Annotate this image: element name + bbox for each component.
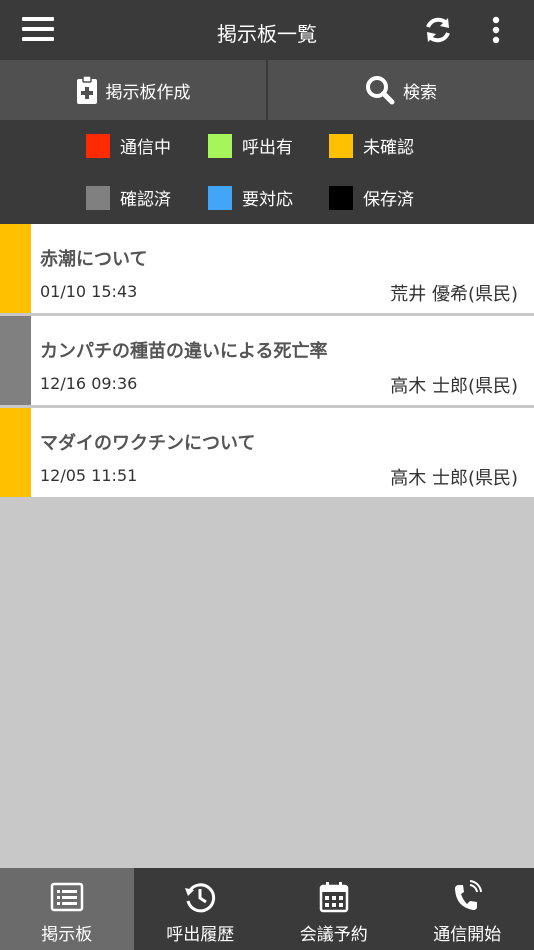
legend-label: 確認済 [120,190,171,210]
nav-label: 会議予約 [299,925,368,945]
clipboard-add-icon [76,75,97,104]
nav-call-history[interactable]: 呼出履歴 [134,868,268,950]
bottom-navigation: 掲示板 呼出履歴 会議予約 通信開始 [0,868,534,950]
post-title: カンパチの種苗の違いによる死亡率 [40,341,328,362]
board-list: 赤潮について 01/10 15:43 荒井 優希(県民) カンパチの種苗の違いに… [0,224,534,500]
legend-label: 通信中 [120,138,171,158]
post-title: マダイのワクチンについて [40,433,256,454]
post-author: 高木 士郎(県民) [390,376,518,397]
legend-label: 要対応 [242,190,293,210]
refresh-button[interactable] [422,14,454,46]
post-date: 12/16 09:36 [40,374,138,393]
legend-swatch [329,185,353,210]
more-vert-icon [492,16,500,44]
legend-label: 呼出有 [242,138,293,158]
legend-item: 確認済 [86,185,171,210]
post-date: 01/10 15:43 [40,282,138,301]
status-legend: 通信中 呼出有 未確認 確認済 要対応 保存済 [0,120,534,224]
nav-label: 通信開始 [433,925,502,945]
list-icon [50,882,83,912]
legend-swatch [86,185,110,210]
search-icon [366,76,395,105]
nav-label: 掲示板 [41,925,93,945]
nav-start-communication[interactable]: 通信開始 [401,868,534,950]
legend-swatch [329,133,353,158]
refresh-icon [426,17,450,43]
legend-label: 未確認 [363,138,414,158]
legend-swatch [86,133,110,158]
board-post-item[interactable]: マダイのワクチンについて 12/05 11:51 高木 士郎(県民) [0,408,534,497]
more-options-button[interactable] [488,14,504,46]
history-icon [185,883,216,913]
status-indicator [0,316,31,405]
post-title: 赤潮について [40,249,148,270]
top-app-bar: 掲示板一覧 [0,0,534,60]
nav-board[interactable]: 掲示板 [0,868,134,950]
post-author: 高木 士郎(県民) [390,468,518,489]
legend-label: 保存済 [363,190,414,210]
legend-swatch [208,133,232,158]
legend-item: 通信中 [86,133,171,158]
board-post-item[interactable]: 赤潮について 01/10 15:43 荒井 優希(県民) [0,224,534,313]
status-indicator [0,408,31,497]
create-board-label: 掲示板作成 [105,82,191,103]
search-label: 検索 [403,82,437,103]
post-author: 荒井 優希(県民) [390,284,518,305]
legend-swatch [208,185,232,210]
legend-item: 未確認 [329,133,414,158]
post-date: 12/05 11:51 [40,466,138,485]
legend-item: 呼出有 [208,133,293,158]
calendar-icon [319,882,348,913]
create-board-button[interactable]: 掲示板作成 [0,60,266,120]
phone-ring-icon [455,880,483,910]
legend-item: 保存済 [329,185,414,210]
nav-label: 呼出履歴 [166,925,235,945]
board-post-item[interactable]: カンパチの種苗の違いによる死亡率 12/16 09:36 高木 士郎(県民) [0,316,534,405]
action-bar: 掲示板作成 検索 [0,60,534,120]
status-indicator [0,224,31,313]
legend-item: 要対応 [208,185,293,210]
search-button[interactable]: 検索 [266,60,534,120]
nav-meeting-reservation[interactable]: 会議予約 [267,868,401,950]
